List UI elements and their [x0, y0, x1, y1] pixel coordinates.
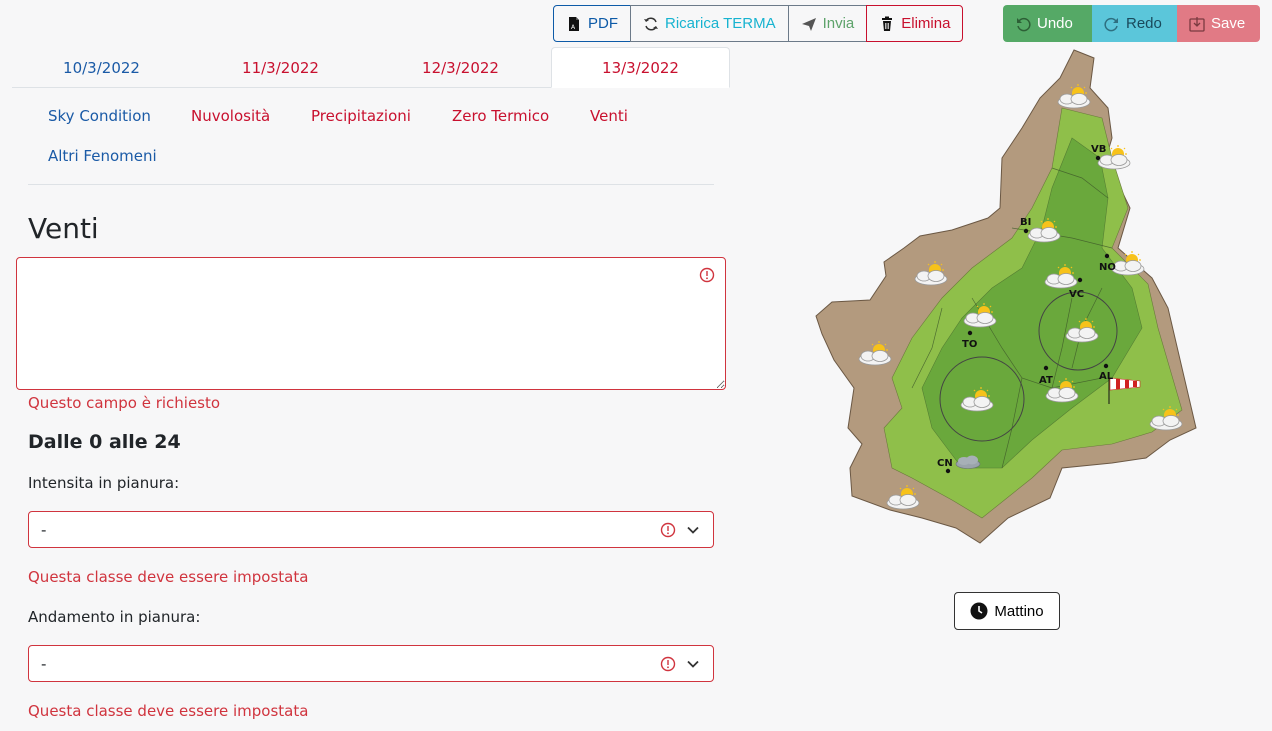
piemonte-map[interactable]: VB BI NO VC TO AT AL CN [812, 48, 1202, 548]
tab-zero-termico[interactable]: Zero Termico [452, 107, 549, 125]
tab-sky-condition[interactable]: Sky Condition [48, 107, 151, 125]
tab-date-3[interactable]: 12/3/2022 [371, 47, 550, 88]
region-map-svg: VB BI NO VC TO AT AL CN [815, 49, 1197, 544]
city-label: VC [1069, 289, 1084, 300]
undo-label: Undo [1037, 15, 1073, 32]
tab-venti[interactable]: Venti [590, 107, 628, 125]
trash-icon [882, 16, 893, 31]
tab-nuvolosita[interactable]: Nuvolosità [191, 107, 270, 125]
redo-icon [1104, 17, 1118, 31]
city-label: TO [962, 339, 977, 350]
city-label: BI [1020, 217, 1031, 228]
send-icon [801, 17, 816, 31]
invia-button[interactable]: Invia [787, 5, 868, 42]
invia-label: Invia [822, 15, 855, 32]
redo-label: Redo [1126, 15, 1162, 32]
refresh-icon [644, 16, 658, 31]
pdf-button[interactable]: A PDF [553, 5, 631, 42]
intensita-label: Intensita in pianura: [28, 474, 180, 492]
history-toolbar: Undo Redo Save [1003, 5, 1260, 42]
tab-precipitazioni[interactable]: Precipitazioni [311, 107, 411, 125]
city-label: CN [937, 458, 953, 469]
andamento-select-value: - [41, 654, 47, 673]
tab-date-label: 12/3/2022 [422, 58, 499, 77]
redo-button[interactable]: Redo [1092, 5, 1177, 42]
save-label: Save [1211, 15, 1246, 32]
time-of-day-label: Mattino [994, 602, 1044, 620]
intensita-select[interactable]: - [28, 511, 714, 548]
error-icon [699, 267, 715, 283]
error-icon [660, 522, 676, 538]
elimina-label: Elimina [901, 15, 951, 32]
intensita-error-message: Questa classe deve essere impostata [28, 568, 309, 586]
time-range-heading: Dalle 0 alle 24 [28, 431, 181, 453]
tab-altri-fenomeni[interactable]: Altri Fenomeni [48, 147, 157, 165]
andamento-error-message: Questa classe deve essere impostata [28, 702, 309, 720]
chevron-down-icon [687, 526, 699, 534]
tab-date-1[interactable]: 10/3/2022 [12, 47, 191, 88]
tab-date-label: 10/3/2022 [63, 58, 140, 77]
tab-date-2[interactable]: 11/3/2022 [191, 47, 370, 88]
date-tabs: 10/3/2022 11/3/2022 12/3/2022 13/3/2022 [12, 47, 730, 88]
chevron-down-icon [687, 660, 699, 668]
tab-date-label: 13/3/2022 [602, 58, 679, 77]
pdf-file-icon: A [569, 16, 579, 31]
action-toolbar: A PDF Ricarica TERMA Invia Elimina [553, 5, 964, 42]
tab-date-4[interactable]: 13/3/2022 [551, 47, 730, 88]
venti-textarea-wrapper [16, 257, 726, 390]
pdf-button-label: PDF [588, 15, 618, 32]
clock-icon [970, 602, 988, 620]
elimina-button[interactable]: Elimina [866, 5, 964, 42]
ricarica-terma-button[interactable]: Ricarica TERMA [630, 5, 789, 42]
andamento-label: Andamento in pianura: [28, 608, 201, 626]
undo-icon [1017, 17, 1031, 31]
ricarica-terma-label: Ricarica TERMA [665, 15, 776, 32]
undo-button[interactable]: Undo [1003, 5, 1092, 42]
textarea-error-message: Questo campo è richiesto [28, 394, 221, 412]
city-label: AT [1039, 375, 1053, 386]
time-of-day-button[interactable]: Mattino [954, 592, 1060, 630]
venti-textarea[interactable] [16, 257, 726, 390]
city-label: VB [1091, 144, 1106, 155]
section-tabs: Sky Condition Nuvolosità Precipitazioni … [28, 100, 714, 185]
city-label: NO [1099, 262, 1116, 273]
intensita-select-value: - [41, 520, 47, 539]
city-label: AL [1099, 371, 1114, 382]
tab-date-label: 11/3/2022 [242, 58, 319, 77]
save-button[interactable]: Save [1177, 5, 1260, 42]
save-download-icon [1189, 16, 1205, 32]
andamento-select[interactable]: - [28, 645, 714, 682]
error-icon [660, 656, 676, 672]
section-title: Venti [28, 212, 99, 245]
